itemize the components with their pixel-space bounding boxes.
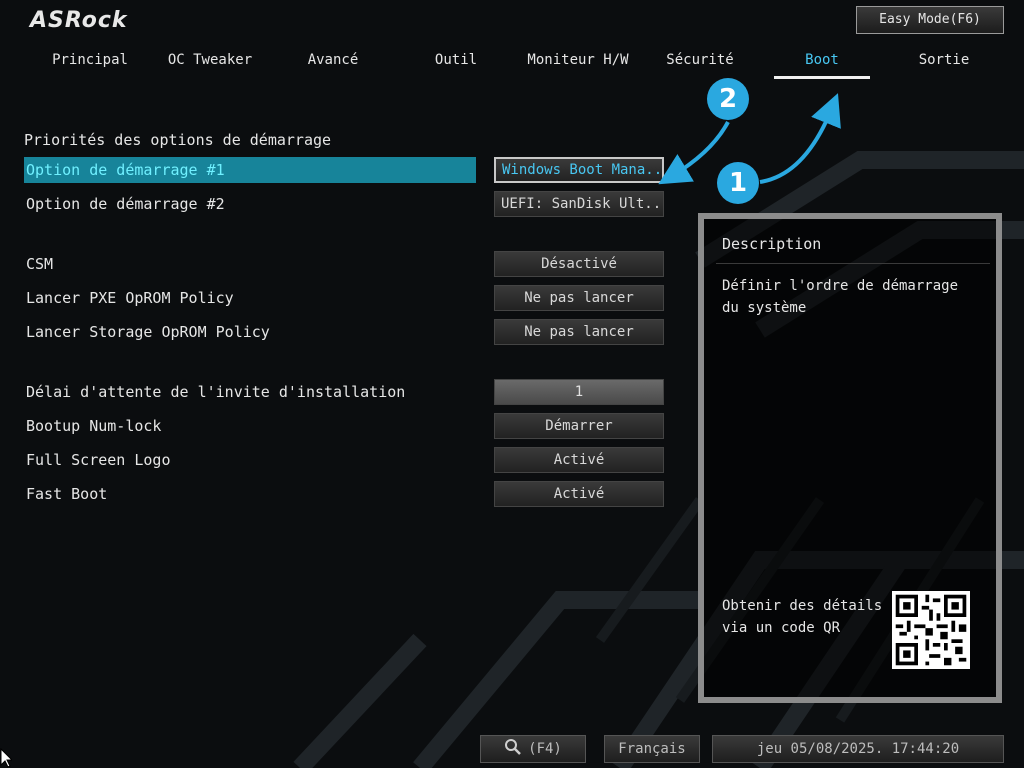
search-shortcut-label: (F4) bbox=[528, 741, 562, 757]
arrow-to-boot-tab bbox=[759, 93, 841, 184]
annotation-badge-1: 1 bbox=[717, 162, 759, 204]
datetime-display: jeu 05/08/2025. 17:44:20 bbox=[712, 735, 1004, 763]
annotation-badge-2: 2 bbox=[707, 78, 749, 120]
annotation-arrows bbox=[658, 93, 841, 185]
search-icon bbox=[505, 739, 522, 755]
footer: (F4) Français jeu 05/08/2025. 17:44:20 bbox=[0, 728, 1024, 768]
arrow-to-boot-option-1 bbox=[658, 121, 730, 185]
search-button[interactable]: (F4) bbox=[480, 735, 586, 763]
mouse-cursor-icon bbox=[0, 748, 12, 768]
language-button[interactable]: Français bbox=[604, 735, 700, 763]
